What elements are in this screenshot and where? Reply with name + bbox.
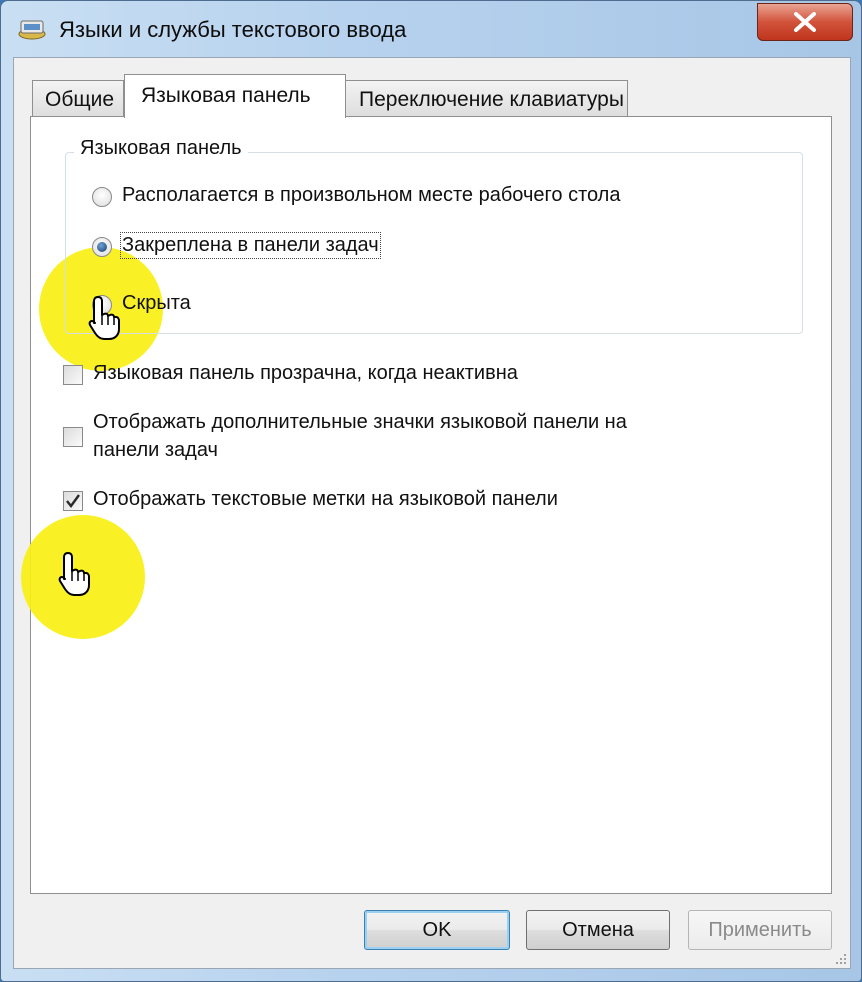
- radio-docked[interactable]: [92, 237, 112, 257]
- checkbox-transparent-label[interactable]: Языковая панель прозрачна, когда неактив…: [93, 362, 518, 385]
- radio-selected-dot: [97, 242, 107, 252]
- dialog-client-area: Общие Языковая панель Переключение клави…: [13, 57, 851, 969]
- checkbox-extra-icons-label[interactable]: Отображать дополнительные значки языково…: [93, 411, 627, 434]
- hand-cursor-icon: [58, 552, 90, 596]
- group-legend: Языковая панель: [74, 137, 248, 160]
- checkbox-text-labels-label[interactable]: Отображать текстовые метки на языковой п…: [93, 488, 558, 511]
- cancel-button[interactable]: Отмена: [526, 910, 670, 950]
- ok-button[interactable]: OK: [364, 910, 510, 950]
- title-bar[interactable]: Языки и службы текстового ввода: [1, 1, 861, 57]
- tab-pane: Языковая панель Располагается в произвол…: [21, 116, 832, 894]
- hand-cursor-icon: [88, 296, 120, 340]
- checkbox-extra-icons-label-line2[interactable]: панели задач: [93, 439, 218, 462]
- tab-keyboard-switching[interactable]: Переключение клавиатуры: [344, 80, 628, 116]
- checkbox-transparent[interactable]: [63, 365, 83, 385]
- keyboard-icon: [17, 15, 47, 41]
- tab-label: Общие: [45, 88, 115, 111]
- language-bar-groupbox: Языковая панель Располагается в произвол…: [65, 137, 803, 334]
- radio-floating-label[interactable]: Располагается в произвольном месте рабоч…: [122, 184, 620, 207]
- radio-floating[interactable]: [92, 187, 112, 207]
- checkbox-text-labels[interactable]: [63, 491, 83, 511]
- tab-general[interactable]: Общие: [32, 80, 124, 116]
- tab-label: Языковая панель: [141, 84, 311, 107]
- radio-hidden-label[interactable]: Скрыта: [122, 292, 191, 315]
- close-icon: [794, 12, 816, 32]
- tab-language-bar[interactable]: Языковая панель: [124, 74, 346, 118]
- checkmark-icon: [66, 494, 80, 508]
- close-button[interactable]: [757, 3, 853, 41]
- tab-label: Переключение клавиатуры: [359, 88, 624, 111]
- resize-grip-icon[interactable]: [834, 952, 848, 966]
- checkbox-extra-icons[interactable]: [63, 427, 83, 447]
- radio-docked-label[interactable]: Закреплена в панели задач: [120, 232, 381, 259]
- apply-button[interactable]: Применить: [688, 910, 832, 950]
- dialog-window: Языки и службы текстового ввода Общие Яз…: [0, 0, 862, 982]
- window-title: Языки и службы текстового ввода: [59, 17, 407, 42]
